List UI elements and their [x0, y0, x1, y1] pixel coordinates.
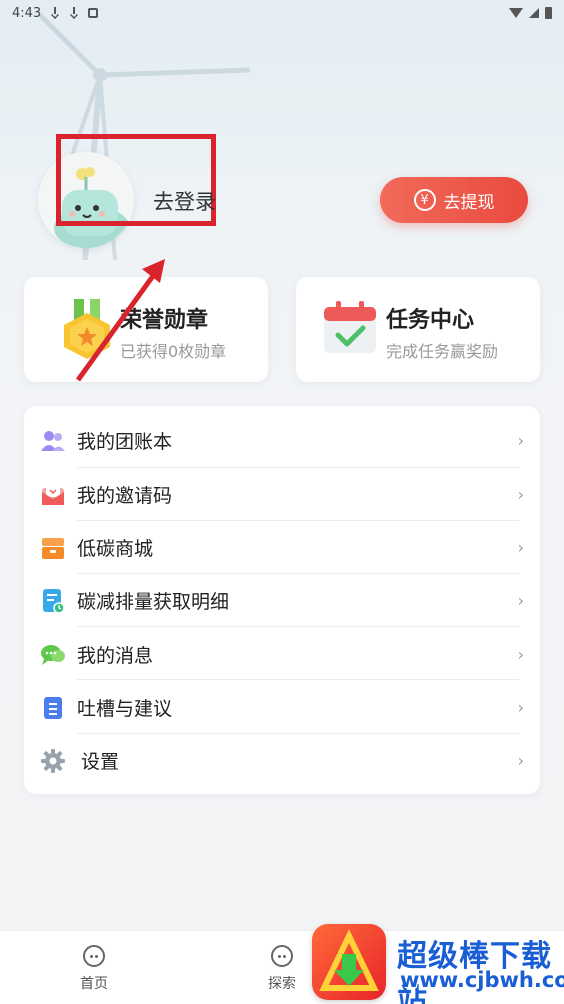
annotation-arrow-icon	[75, 259, 165, 382]
nav-item-explore[interactable]: 探索	[252, 945, 312, 993]
chevron-right-icon: ›	[517, 591, 524, 610]
battery-icon	[545, 7, 552, 19]
menu-item-invite-code[interactable]: 我的邀请码 ›	[24, 468, 540, 521]
task-subtitle: 完成任务赢奖励	[386, 342, 499, 361]
calendar-icon	[324, 301, 376, 353]
menu-item-my-messages[interactable]: 我的消息 ›	[24, 628, 540, 681]
yen-icon: ¥	[413, 189, 436, 211]
chevron-right-icon: ›	[517, 698, 524, 717]
menu-label: 我的邀请码	[77, 485, 173, 507]
wifi-icon	[509, 8, 523, 18]
menu-label: 我的消息	[77, 645, 154, 667]
store-icon	[40, 535, 66, 561]
gear-icon	[40, 748, 66, 774]
nav-label: 首页	[80, 976, 108, 992]
nav-label: 探索	[268, 976, 296, 992]
chevron-right-icon: ›	[517, 431, 524, 450]
withdraw-button[interactable]: ¥ 去提现	[380, 177, 528, 223]
menu-label: 碳减排量获取明细	[77, 591, 230, 613]
chat-icon	[40, 642, 66, 668]
explore-face-icon	[271, 945, 293, 967]
chevron-right-icon: ›	[517, 645, 524, 664]
divider	[77, 626, 519, 627]
menu-label: 吐槽与建议	[77, 698, 173, 720]
task-title: 任务中心	[386, 308, 475, 333]
watermark-logo	[312, 924, 386, 1000]
menu-item-feedback[interactable]: 吐槽与建议 ›	[24, 681, 540, 734]
menu-item-low-carbon-store[interactable]: 低碳商城 ›	[24, 521, 540, 574]
chevron-right-icon: ›	[517, 485, 524, 504]
menu-list: 我的团账本 › 我的邀请码 › 低碳商城 › 碳减排量获取明细 › 我的消息 ›	[24, 406, 540, 794]
note-icon	[40, 695, 66, 721]
chevron-right-icon: ›	[517, 751, 524, 770]
status-time: 4:43	[12, 5, 42, 21]
menu-item-settings[interactable]: 设置 ›	[24, 734, 540, 787]
menu-label: 设置	[81, 751, 120, 773]
download-arrow-icon	[319, 929, 379, 991]
divider	[77, 679, 519, 680]
nav-item-home[interactable]: 首页	[64, 945, 124, 993]
menu-item-team-ledger[interactable]: 我的团账本 ›	[24, 414, 540, 467]
watermark-url: www.cjbwh.com	[400, 968, 564, 992]
task-center-card[interactable]: 任务中心 完成任务赢奖励	[296, 277, 540, 382]
signal-icon	[529, 8, 539, 18]
withdraw-label: 去提现	[443, 192, 495, 213]
login-link[interactable]: 去登录	[153, 186, 216, 216]
document-clock-icon	[40, 588, 66, 614]
envelope-icon	[40, 482, 66, 508]
menu-item-carbon-reduction-detail[interactable]: 碳减排量获取明细 ›	[24, 574, 540, 627]
menu-label: 低碳商城	[77, 538, 154, 560]
chevron-right-icon: ›	[517, 538, 524, 557]
menu-label: 我的团账本	[77, 431, 173, 453]
home-face-icon	[83, 945, 105, 967]
team-icon	[40, 428, 66, 454]
